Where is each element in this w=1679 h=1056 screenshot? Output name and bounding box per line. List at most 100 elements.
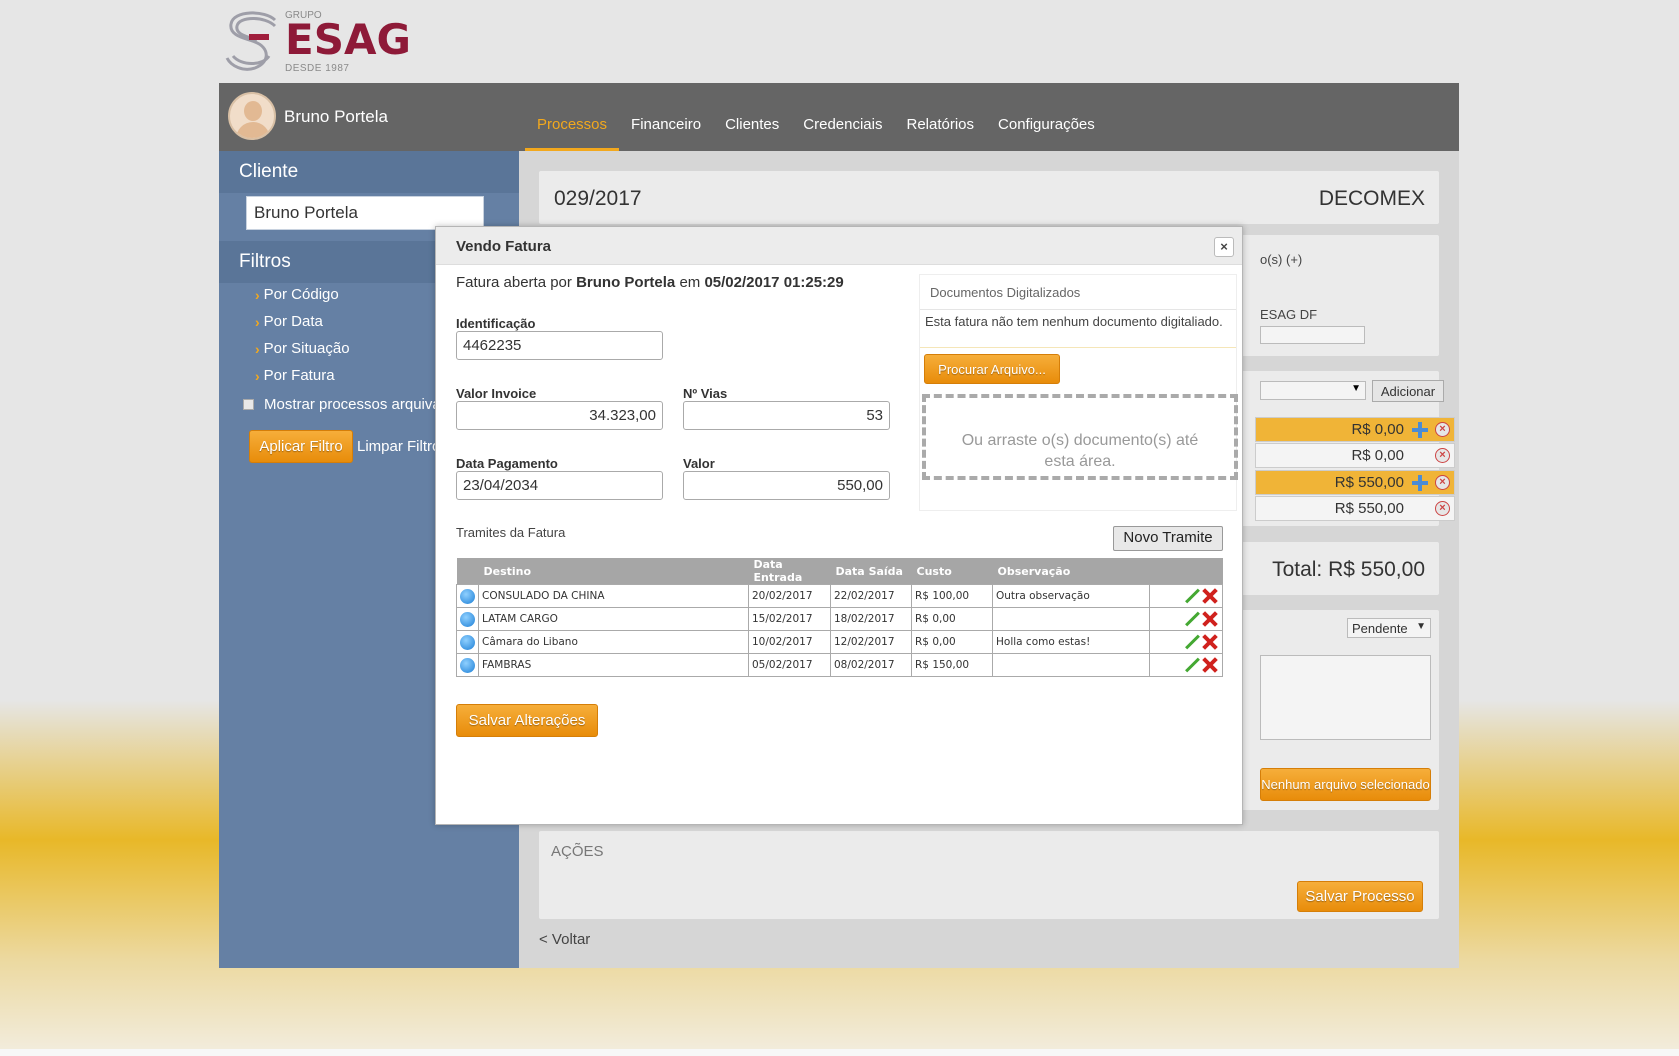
filter-label: Por Data [263, 313, 323, 330]
main-nav: Processos Financeiro Clientes Credenciai… [525, 83, 1107, 151]
file-dropzone[interactable]: Ou arraste o(s) documento(s) até esta ár… [922, 394, 1238, 480]
row-actions [1149, 630, 1223, 654]
edit-icon[interactable] [1184, 611, 1200, 627]
remove-icon[interactable]: × [1435, 422, 1450, 437]
filter-por-data[interactable]: › Por Data [255, 308, 350, 335]
identificacao-label: Identificação [456, 316, 536, 331]
avatar[interactable] [228, 92, 276, 140]
logo-grupo: GRUPO [285, 10, 322, 21]
edit-icon[interactable] [1184, 588, 1200, 604]
browse-file-button[interactable]: Procurar Arquivo... [924, 354, 1060, 384]
nav-relatorios[interactable]: Relatórios [895, 83, 987, 151]
cell-custo: R$ 0,00 [911, 630, 993, 654]
partial-link[interactable]: o(s) (+) [1260, 252, 1302, 267]
fee-value: R$ 0,00 [1351, 421, 1404, 438]
save-process-button[interactable]: Salvar Processo [1297, 881, 1423, 912]
remove-icon[interactable]: × [1435, 475, 1450, 490]
table-row: Câmara do Libano 10/02/2017 12/02/2017 R… [456, 630, 1223, 654]
row-actions [1149, 607, 1223, 631]
filter-por-fatura[interactable]: › Por Fatura [255, 362, 350, 389]
apply-filter-button[interactable]: Aplicar Filtro [249, 430, 353, 463]
file-select-button[interactable]: Nenhum arquivo selecionado [1260, 768, 1431, 801]
identificacao-input[interactable]: 4462235 [456, 331, 663, 360]
remove-icon[interactable]: × [1435, 448, 1450, 463]
table-row: LATAM CARGO 15/02/2017 18/02/2017 R$ 0,0… [456, 607, 1223, 631]
delete-icon[interactable] [1202, 634, 1218, 650]
nav-configuracoes[interactable]: Configurações [986, 83, 1107, 151]
save-changes-button[interactable]: Salvar Alterações [456, 704, 598, 737]
filter-label: Por Situação [263, 340, 350, 357]
novo-tramite-button[interactable]: Novo Tramite [1113, 526, 1223, 551]
add-fee-button[interactable]: Adicionar [1372, 380, 1444, 402]
filter-label: Por Fatura [263, 367, 335, 384]
company-logo: ESAG GRUPO DESDE 1987 [225, 6, 425, 76]
fee-value: R$ 0,00 [1351, 447, 1404, 464]
status-value: Pendente [1352, 621, 1408, 636]
cell-observacao [992, 607, 1150, 631]
user-name[interactable]: Bruno Portela [284, 107, 388, 127]
cell-observacao: Outra observação [992, 584, 1150, 608]
filter-por-situacao[interactable]: › Por Situação [255, 335, 350, 362]
cliente-input[interactable]: Bruno Portela [246, 196, 484, 230]
show-archived-checkbox[interactable] [243, 399, 254, 410]
vias-input[interactable]: 53 [683, 401, 890, 430]
edit-icon[interactable] [1184, 634, 1200, 650]
nav-financeiro[interactable]: Financeiro [619, 83, 713, 151]
cell-data-entrada: 15/02/2017 [748, 607, 831, 631]
docs-message: Esta fatura não tem nenhum documento dig… [920, 310, 1236, 348]
cell-observacao: Holla como estas! [992, 630, 1150, 654]
clear-filter-link[interactable]: Limpar Filtro [357, 438, 440, 455]
valor-input[interactable]: 550,00 [683, 471, 890, 500]
fee-row: R$ 0,00 × [1255, 417, 1455, 442]
actions-card: AÇÕES Salvar Processo [539, 831, 1439, 919]
status-select[interactable]: Pendente ▼ [1347, 618, 1431, 638]
cell-data-entrada: 10/02/2017 [748, 630, 831, 654]
data-pagamento-input[interactable]: 23/04/2034 [456, 471, 663, 500]
close-icon[interactable]: × [1214, 237, 1234, 257]
chevron-right-icon: › [255, 340, 260, 357]
fee-select[interactable]: ▼ [1260, 381, 1366, 400]
delete-icon[interactable] [1202, 657, 1218, 673]
back-link[interactable]: < Voltar [539, 931, 590, 948]
top-navbar: Bruno Portela Processos Financeiro Clien… [219, 83, 1459, 151]
cell-data-entrada: 05/02/2017 [748, 653, 831, 677]
valor-invoice-input[interactable]: 34.323,00 [456, 401, 663, 430]
modal-header: Vendo Fatura × [436, 227, 1242, 265]
nav-processos[interactable]: Processos [525, 83, 620, 151]
invoice-modal: Vendo Fatura × Fatura aberta por Bruno P… [435, 226, 1243, 825]
remove-icon[interactable]: × [1435, 501, 1450, 516]
edit-icon[interactable] [1184, 657, 1200, 673]
opened-mid: em [679, 274, 701, 291]
opened-by: Bruno Portela [576, 274, 676, 291]
chevron-right-icon: › [255, 367, 260, 384]
delete-icon[interactable] [1202, 611, 1218, 627]
fee-row: R$ 550,00 × [1255, 470, 1455, 495]
row-icon-cell [456, 607, 479, 631]
process-client: DECOMEX [1318, 187, 1425, 210]
globe-icon [460, 657, 475, 673]
chevron-right-icon: › [255, 286, 260, 303]
opened-info: Fatura aberta por Bruno Portela em 05/02… [456, 274, 844, 291]
opened-prefix: Fatura aberta por [456, 274, 572, 291]
valor-label: Valor [683, 456, 715, 471]
partial-field[interactable] [1260, 326, 1365, 344]
cell-custo: R$ 0,00 [911, 607, 993, 631]
page-footer-strip [0, 1049, 1679, 1056]
cell-custo: R$ 150,00 [911, 653, 993, 677]
table-row: FAMBRAS 05/02/2017 08/02/2017 R$ 150,00 [456, 653, 1223, 677]
cell-destino: Câmara do Libano [478, 630, 749, 654]
row-icon-cell [456, 653, 479, 677]
fee-row: R$ 550,00 × [1255, 496, 1455, 521]
nav-credenciais[interactable]: Credenciais [791, 83, 894, 151]
process-code: 029/2017 [554, 187, 642, 210]
data-pagamento-label: Data Pagamento [456, 456, 558, 471]
show-archived-row[interactable]: Mostrar processos arquivados [243, 396, 465, 413]
delete-icon[interactable] [1202, 588, 1218, 604]
filter-por-codigo[interactable]: › Por Código [255, 281, 350, 308]
nav-clientes[interactable]: Clientes [713, 83, 791, 151]
fee-value: R$ 550,00 [1334, 500, 1404, 517]
plus-icon[interactable] [1412, 422, 1428, 438]
table-header-row: Destino Data Entrada Data Saída Custo Ob… [456, 558, 1223, 585]
notes-textarea[interactable] [1260, 655, 1431, 740]
plus-icon[interactable] [1412, 475, 1428, 491]
